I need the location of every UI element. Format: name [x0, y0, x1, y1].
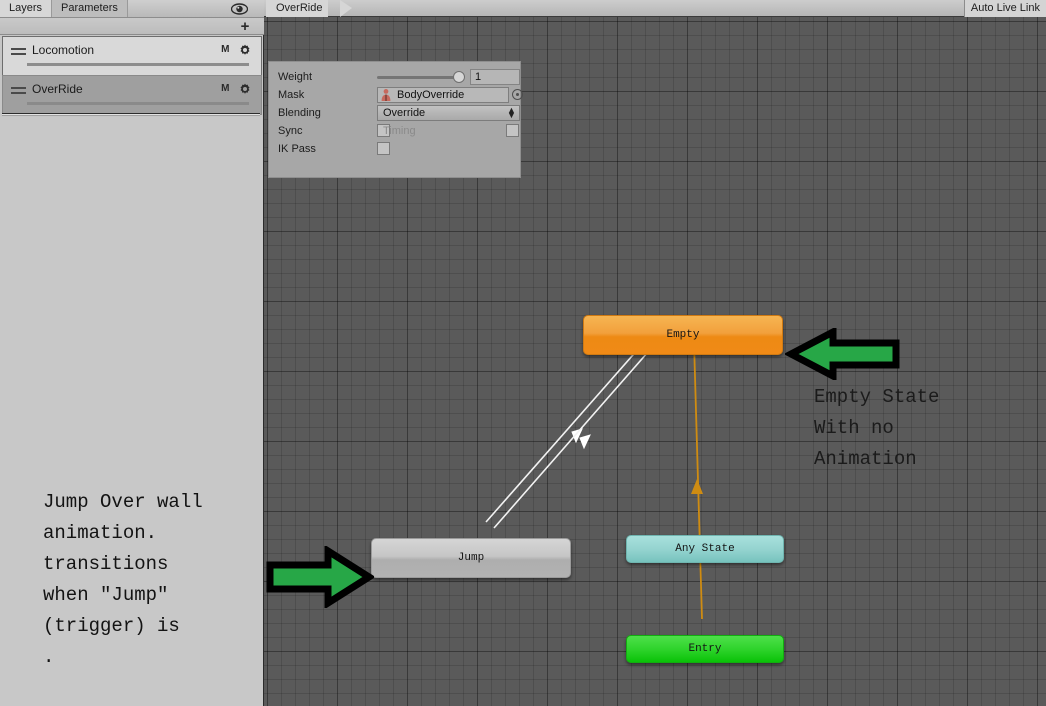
tab-layers[interactable]: Layers	[0, 0, 53, 17]
mask-label: Mask	[278, 89, 305, 101]
state-node-any-state[interactable]: Any State	[626, 535, 784, 563]
annotation-jump-description: Jump Over wall animation. transitions wh…	[43, 491, 203, 668]
layer-weight-slider-locomotion[interactable]	[27, 63, 249, 66]
ik-pass-label: IK Pass	[278, 143, 316, 155]
add-layer-label: +	[240, 18, 250, 35]
layer-settings-inspector: Weight 1 Mask BodyOverride Blending Over…	[268, 61, 523, 178]
animator-graph-panel: OverRide Auto Live Link Empty Jump Any S…	[264, 0, 1046, 706]
avatar-mask-icon	[381, 89, 391, 101]
layer-name-locomotion: Locomotion	[32, 43, 95, 57]
timing-checkbox[interactable]	[506, 124, 519, 137]
graph-toolbar: OverRide Auto Live Link	[264, 0, 1046, 17]
layer-row-locomotion[interactable]: Locomotion M	[2, 36, 262, 76]
panel-divider	[2, 113, 260, 116]
state-node-empty[interactable]: Empty	[583, 315, 783, 355]
inspector-row-mask: Mask BodyOverride	[269, 86, 523, 104]
state-node-entry[interactable]: Entry	[626, 635, 784, 663]
drag-handle-icon[interactable]	[11, 87, 26, 95]
ik-pass-checkbox[interactable]	[377, 142, 390, 155]
inspector-row-blending: Blending Override ▲ ▼	[269, 104, 522, 122]
tab-layers-label: Layers	[9, 2, 43, 14]
state-node-empty-label: Empty	[666, 329, 700, 341]
chevron-right-icon	[340, 0, 352, 17]
layer-mute-icon-locomotion[interactable]: M	[221, 44, 229, 55]
annotation-empty-state-description: Empty State With no Animation	[814, 386, 940, 470]
layers-toolbar: +	[0, 18, 264, 35]
state-node-entry-label: Entry	[688, 643, 722, 655]
breadcrumb-label: OverRide	[276, 2, 323, 14]
object-picker-icon[interactable]	[512, 89, 523, 100]
layers-tab-bar: Layers Parameters	[0, 0, 264, 18]
layer-list: Locomotion M OverRide M	[2, 36, 262, 115]
callout-arrow-to-jump	[266, 546, 374, 608]
layer-row-override[interactable]: OverRide M	[2, 75, 262, 115]
weight-slider[interactable]	[377, 76, 462, 79]
callout-arrow-to-empty	[785, 328, 900, 380]
mask-object-field[interactable]: BodyOverride	[377, 87, 509, 103]
inspector-row-weight: Weight 1	[269, 68, 522, 86]
blending-value: Override	[383, 107, 426, 119]
blending-dropdown[interactable]: Override ▲ ▼	[377, 105, 520, 121]
unity-animator-window: Layers Parameters + Locomotion M OverRid…	[0, 0, 1046, 706]
tab-parameters[interactable]: Parameters	[52, 0, 128, 17]
gear-icon[interactable]	[239, 82, 251, 100]
chevron-updown-icon: ▲ ▼	[507, 105, 516, 120]
blending-label: Blending	[278, 107, 321, 119]
breadcrumb-override[interactable]: OverRide	[266, 0, 329, 17]
drag-handle-icon[interactable]	[11, 48, 26, 56]
state-node-jump-label: Jump	[457, 552, 485, 564]
weight-input[interactable]: 1	[470, 69, 520, 85]
layer-weight-slider-override[interactable]	[27, 102, 249, 105]
auto-live-link-label: Auto Live Link	[970, 2, 1040, 14]
state-node-jump[interactable]: Jump	[371, 538, 571, 578]
tab-parameters-label: Parameters	[61, 2, 118, 14]
auto-live-link-button[interactable]: Auto Live Link	[963, 0, 1046, 17]
weight-label: Weight	[278, 71, 313, 83]
eye-icon[interactable]	[230, 2, 248, 16]
add-layer-button[interactable]: +	[236, 18, 254, 35]
state-node-any-state-label: Any State	[675, 543, 735, 555]
inspector-row-sync: Sync Timing	[269, 122, 522, 140]
weight-slider-knob[interactable]	[453, 71, 465, 83]
timing-label: Timing	[383, 125, 416, 137]
layers-panel: Layers Parameters + Locomotion M OverRid…	[0, 0, 264, 706]
layer-mute-icon-override[interactable]: M	[221, 83, 229, 94]
gear-icon[interactable]	[239, 43, 251, 61]
inspector-row-ik-pass: IK Pass	[269, 140, 522, 158]
sync-label: Sync	[278, 125, 303, 137]
layer-name-override: OverRide	[32, 82, 83, 96]
